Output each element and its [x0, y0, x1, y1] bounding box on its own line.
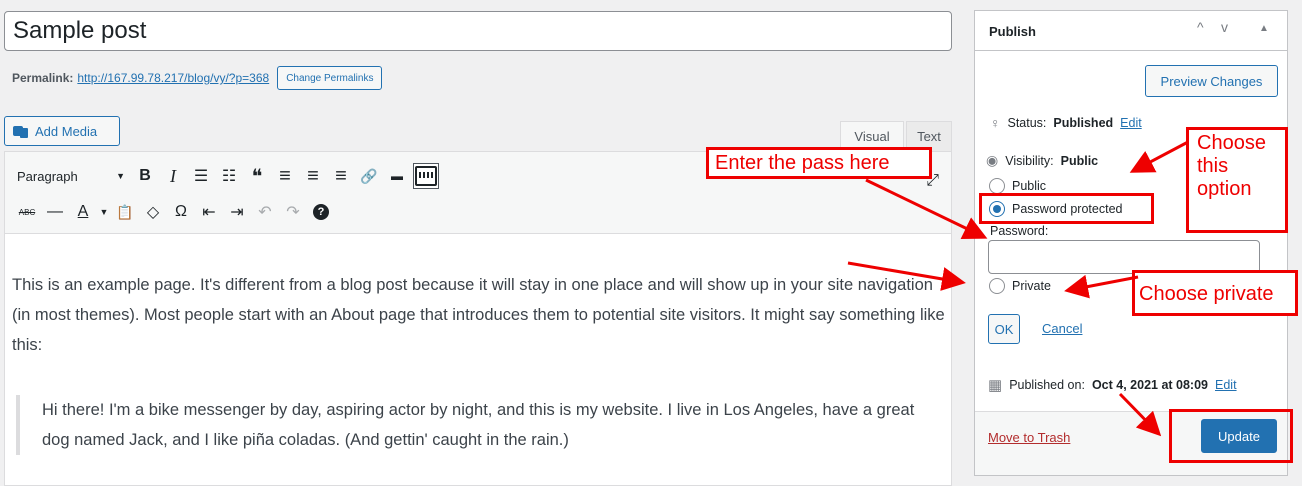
blockquote-icon[interactable]: ❝	[243, 162, 271, 190]
format-select-value: Paragraph	[17, 168, 78, 184]
toolbar-toggle-icon[interactable]	[413, 163, 439, 189]
pin-icon: ♀	[990, 115, 1001, 131]
italic-icon[interactable]: I	[159, 162, 187, 190]
published-on-row: ▦ Published on: Oct 4, 2021 at 08:09 Edi…	[988, 376, 1237, 394]
add-media-button[interactable]: Add Media	[4, 116, 120, 146]
content-paragraph: This is an example page. It's different …	[12, 270, 952, 360]
status-row: ♀ Status: Published Edit	[990, 115, 1142, 131]
move-up-icon[interactable]: ^	[1197, 19, 1204, 35]
strikethrough-icon[interactable]: ABC	[13, 198, 41, 226]
outdent-icon[interactable]: ⇤	[195, 198, 223, 226]
password-label: Password:	[990, 224, 1049, 238]
private-radio[interactable]	[989, 278, 1005, 294]
read-more-icon[interactable]: ▬	[383, 162, 411, 190]
visibility-label: Visibility:	[1005, 153, 1054, 168]
indent-icon[interactable]: ⇥	[223, 198, 251, 226]
ok-button[interactable]: OK	[988, 314, 1020, 344]
media-icon	[13, 124, 29, 138]
password-input[interactable]	[988, 240, 1260, 274]
collapse-icon[interactable]: ▲	[1259, 23, 1269, 34]
move-down-icon[interactable]: v	[1221, 19, 1228, 35]
chevron-down-icon: ▼	[116, 171, 125, 181]
undo-icon[interactable]: ↶	[251, 198, 279, 226]
status-edit-link[interactable]: Edit	[1120, 116, 1142, 130]
clear-formatting-icon[interactable]: ◇	[139, 198, 167, 226]
link-icon[interactable]: 🔗	[355, 162, 383, 190]
permalink-label: Permalink:	[12, 71, 74, 85]
publish-header: Publish ^ v ▲	[975, 11, 1287, 51]
option-public[interactable]: Public	[989, 178, 1046, 194]
annotation-choose-option: Choose this option	[1186, 127, 1288, 233]
move-to-trash-link[interactable]: Move to Trash	[988, 430, 1070, 445]
text-color-icon[interactable]: A	[69, 198, 97, 226]
status-label: Status:	[1007, 116, 1047, 130]
private-label: Private	[1012, 279, 1051, 293]
preview-changes-button[interactable]: Preview Changes	[1145, 65, 1278, 97]
bold-icon[interactable]: B	[131, 162, 159, 190]
help-icon[interactable]: ?	[307, 198, 335, 226]
annotation-enter-pass: Enter the pass here	[706, 147, 932, 179]
horizontal-line-icon[interactable]: —	[41, 198, 69, 226]
help-glyph: ?	[313, 204, 329, 220]
bulleted-list-icon[interactable]: ☰	[187, 162, 215, 190]
format-select[interactable]: Paragraph ▼	[13, 162, 131, 190]
content-paragraph-text: This is an example page. It's different …	[12, 276, 945, 354]
blockquote-text: Hi there! I'm a bike messenger by day, a…	[42, 401, 915, 449]
calendar-icon: ▦	[988, 377, 1003, 394]
annotation-password-protected-frame	[979, 193, 1154, 224]
post-title-input[interactable]: Sample post	[4, 11, 952, 51]
eye-icon: ◉	[986, 152, 999, 168]
annotation-update-frame	[1169, 409, 1293, 463]
keyboard-icon	[415, 166, 437, 186]
published-on-edit-link[interactable]: Edit	[1215, 378, 1237, 392]
special-character-icon[interactable]: Ω	[167, 198, 195, 226]
align-center-icon[interactable]: ≡	[299, 162, 327, 190]
published-on-label: Published on:	[1009, 378, 1085, 392]
visibility-value: Public	[1060, 153, 1099, 168]
status-value: Published	[1053, 116, 1114, 130]
public-radio[interactable]	[989, 178, 1005, 194]
redo-icon[interactable]: ↷	[279, 198, 307, 226]
chevron-down-icon[interactable]: ▼	[97, 198, 111, 226]
paste-text-icon[interactable]: 📋	[111, 198, 139, 226]
content-blockquote: Hi there! I'm a bike messenger by day, a…	[16, 395, 946, 455]
align-right-icon[interactable]: ≡	[327, 162, 355, 190]
publish-title: Publish	[989, 24, 1036, 39]
permalink-link[interactable]: http://167.99.78.217/blog/vy/?p=368	[77, 71, 269, 85]
change-permalinks-button[interactable]: Change Permalinks	[277, 66, 383, 90]
numbered-list-icon[interactable]: ☷	[215, 162, 243, 190]
visibility-row: ◉ Visibility: Public	[986, 152, 1098, 169]
option-private[interactable]: Private	[989, 278, 1051, 294]
annotation-choose-private: Choose private	[1132, 270, 1298, 316]
permalink-row: Permalink: http://167.99.78.217/blog/vy/…	[12, 65, 383, 91]
public-label: Public	[1012, 179, 1047, 193]
published-on-value: Oct 4, 2021 at 08:09	[1091, 378, 1208, 392]
cancel-link[interactable]: Cancel	[1042, 321, 1082, 336]
add-media-label: Add Media	[35, 123, 98, 139]
align-left-icon[interactable]: ≡	[271, 162, 299, 190]
